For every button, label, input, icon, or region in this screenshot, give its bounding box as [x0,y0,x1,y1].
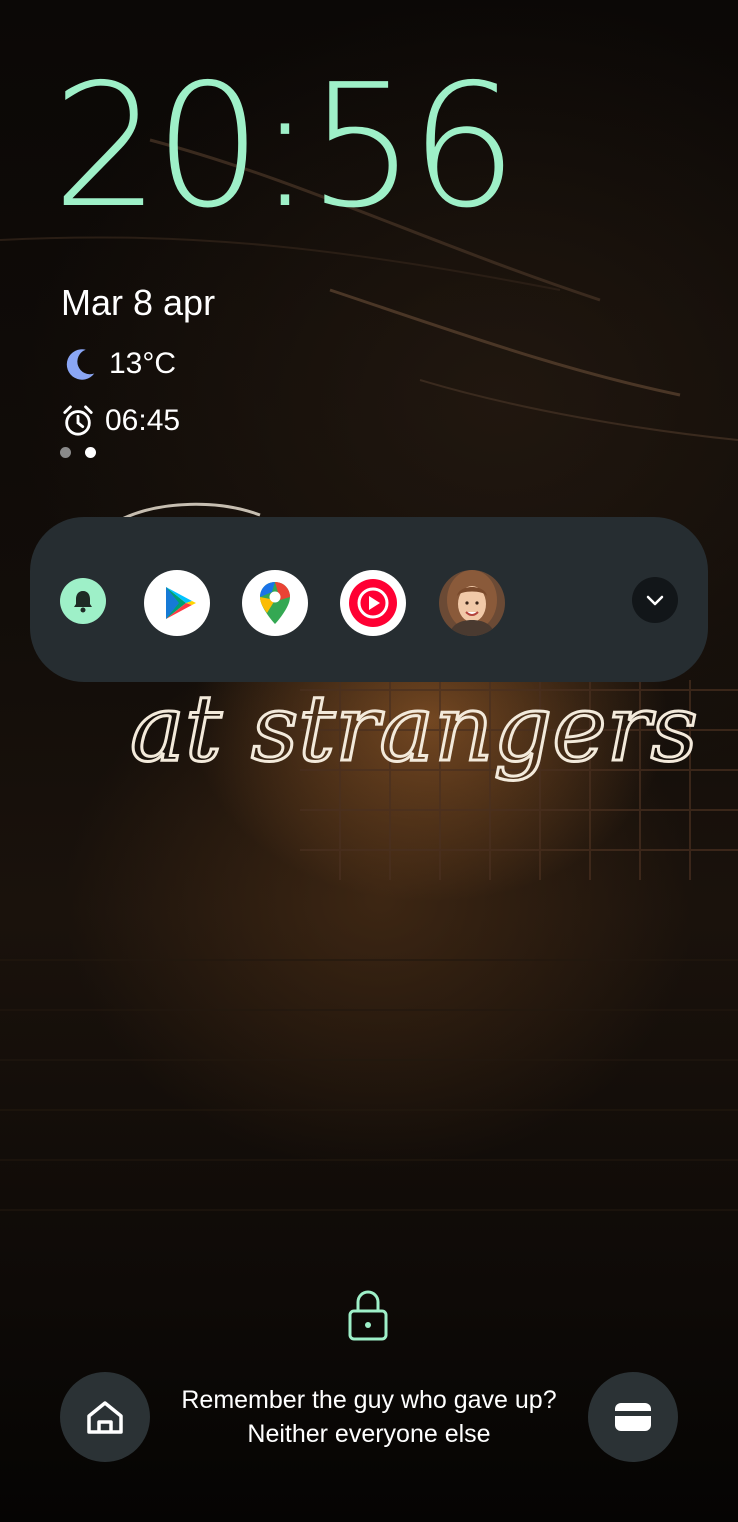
alarm-time: 06:45 [105,404,181,437]
alarm-clock-icon [63,405,93,436]
next-alarm-row[interactable]: 06:45 [61,404,180,438]
home-icon [87,1401,123,1434]
lockscreen-clock: 20:56 [52,48,518,246]
google-maps-icon[interactable] [242,570,308,636]
chevron-down-icon [646,595,664,606]
pager-dot-1 [60,447,71,458]
home-controls-button[interactable] [60,1372,150,1462]
wallet-button[interactable] [588,1372,678,1462]
weather-row[interactable]: 13°C [61,345,176,383]
smartspace-pager [60,447,96,458]
contact-avatar[interactable] [439,570,505,636]
lockscreen-date: Mar 8 apr [61,282,216,323]
neon-sign-text: at strangers [130,675,698,782]
youtube-music-icon[interactable] [340,570,406,636]
lockscreen-owner-message: Remember the guy who gave up? Neither ev… [181,1386,557,1448]
google-play-icon[interactable] [144,570,210,636]
moon-icon [66,349,95,380]
weather-temperature: 13°C [109,347,177,380]
notification-shelf[interactable] [30,517,708,682]
bell-icon[interactable] [60,578,106,624]
pager-dot-2 [85,447,96,458]
lock-icon[interactable] [346,1287,390,1343]
wallet-icon [615,1403,651,1431]
expand-notifications-button[interactable] [632,577,678,623]
